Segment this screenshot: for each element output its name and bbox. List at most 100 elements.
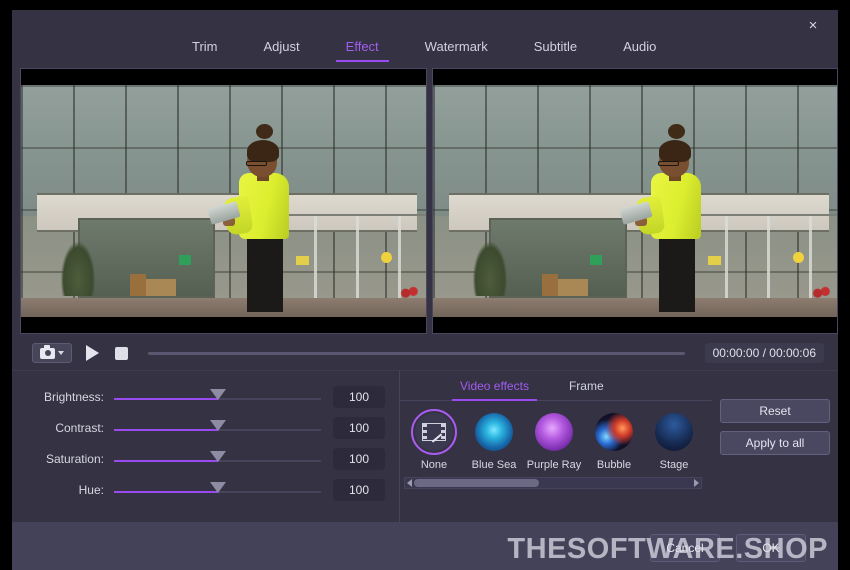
source-video-preview[interactable] [20, 68, 427, 334]
close-icon[interactable]: × [796, 12, 830, 38]
play-icon[interactable] [86, 345, 99, 361]
bench [558, 279, 588, 296]
slider-row-saturation: Saturation: 100 [12, 443, 399, 474]
contrast-slider[interactable] [114, 419, 321, 437]
person-hair [659, 140, 691, 162]
selection-ring [651, 409, 697, 455]
effect-thumbnail-bubble [595, 413, 633, 451]
snapshot-button[interactable] [32, 343, 72, 363]
brightness-label: Brightness: [22, 390, 114, 404]
effect-label: Purple Ray [527, 459, 581, 471]
editor-panel: Brightness: 100 Contrast: 100 Satura [12, 370, 838, 522]
hue-slider[interactable] [114, 481, 321, 499]
output-video-preview[interactable] [432, 68, 839, 334]
contrast-value[interactable]: 100 [333, 417, 385, 439]
tab-trim[interactable]: Trim [192, 36, 218, 62]
slider-row-hue: Hue: 100 [12, 474, 399, 505]
effect-item-stage[interactable]: Stage [650, 409, 698, 471]
yellow-dot-sign [793, 252, 804, 263]
effects-scrollbar[interactable] [404, 477, 702, 489]
selection-ring [471, 409, 517, 455]
effect-label: Blue Sea [472, 459, 517, 471]
tab-effect[interactable]: Effect [346, 36, 379, 62]
slider-thumb[interactable] [210, 389, 226, 400]
saturation-value[interactable]: 100 [333, 448, 385, 470]
tab-adjust[interactable]: Adjust [264, 36, 300, 62]
main-tab-bar: Trim Adjust Effect Watermark Subtitle Au… [12, 36, 838, 68]
reset-button[interactable]: Reset [720, 399, 830, 423]
tab-watermark[interactable]: Watermark [425, 36, 488, 62]
green-exit-sign [179, 255, 191, 265]
playback-timeline[interactable] [148, 352, 685, 355]
person-hair [247, 140, 279, 162]
person-hair-bun [668, 124, 685, 139]
chair [130, 274, 146, 296]
side-action-buttons: Reset Apply to all [712, 371, 838, 522]
tab-audio[interactable]: Audio [623, 36, 656, 62]
effect-item-none[interactable]: None [410, 409, 458, 471]
person-hair-bun [256, 124, 273, 139]
tab-video-effects[interactable]: Video effects [458, 377, 531, 400]
contrast-label: Contrast: [22, 421, 114, 435]
slider-row-contrast: Contrast: 100 [12, 412, 399, 443]
hue-label: Hue: [22, 483, 114, 497]
slider-thumb[interactable] [210, 482, 226, 493]
slider-fill [114, 460, 218, 462]
brightness-value[interactable]: 100 [333, 386, 385, 408]
video-frame-source [21, 85, 426, 319]
footer-button-group: Cancel OK [650, 534, 806, 562]
effect-label: None [421, 459, 447, 471]
scrollbar-track[interactable] [414, 479, 692, 487]
saturation-slider[interactable] [114, 450, 321, 468]
person-glasses [246, 161, 267, 166]
video-frame-output [433, 85, 838, 319]
effect-thumbnail-purple-ray [535, 413, 573, 451]
time-display: 00:00:00 / 00:00:06 [705, 343, 824, 363]
letterbox-bottom [433, 317, 838, 333]
camera-icon [40, 348, 55, 359]
bench [146, 279, 176, 296]
effect-thumbnail-none [415, 413, 453, 451]
slider-row-brightness: Brightness: 100 [12, 381, 399, 412]
tab-subtitle[interactable]: Subtitle [534, 36, 577, 62]
hue-value[interactable]: 100 [333, 479, 385, 501]
saturation-label: Saturation: [22, 452, 114, 466]
chair [542, 274, 558, 296]
slider-thumb[interactable] [210, 451, 226, 462]
stop-icon[interactable] [115, 347, 128, 360]
adjustment-sliders: Brightness: 100 Contrast: 100 Satura [12, 371, 400, 522]
transport-bar: 00:00:00 / 00:00:06 [12, 336, 838, 370]
effect-item-blue-sea[interactable]: Blue Sea [470, 409, 518, 471]
effects-panel: Video effects Frame None Blue S [400, 371, 712, 522]
wand-icon [432, 433, 442, 442]
slider-fill [114, 429, 218, 431]
apply-to-all-button[interactable]: Apply to all [720, 431, 830, 455]
green-exit-sign [590, 255, 602, 265]
effect-item-bubble[interactable]: Bubble [590, 409, 638, 471]
red-flowers [811, 286, 833, 298]
person-figure [635, 129, 731, 312]
brightness-slider[interactable] [114, 388, 321, 406]
plant [61, 242, 95, 296]
dialog-footer: Cancel OK THESOFTWARE.SHOP [12, 522, 838, 570]
arrow-right-icon[interactable] [694, 479, 699, 487]
person-glasses [658, 161, 679, 166]
scrollbar-thumb[interactable] [414, 479, 539, 487]
slider-fill [114, 398, 218, 400]
yellow-dot-sign [381, 252, 392, 263]
effect-thumbnail-stage [655, 413, 693, 451]
arrow-left-icon[interactable] [407, 479, 412, 487]
video-editor-window: × Trim Adjust Effect Watermark Subtitle … [12, 10, 838, 570]
effect-label: Stage [660, 459, 689, 471]
selection-ring [531, 409, 577, 455]
person-trousers [659, 235, 695, 312]
filmstrip-icon [422, 423, 446, 441]
letterbox-top [433, 69, 838, 85]
person-trousers [247, 235, 283, 312]
effect-item-purple-ray[interactable]: Purple Ray [530, 409, 578, 471]
selection-ring [411, 409, 457, 455]
cancel-button[interactable]: Cancel [650, 534, 720, 562]
ok-button[interactable]: OK [736, 534, 806, 562]
tab-frame[interactable]: Frame [567, 377, 606, 400]
slider-thumb[interactable] [210, 420, 226, 431]
